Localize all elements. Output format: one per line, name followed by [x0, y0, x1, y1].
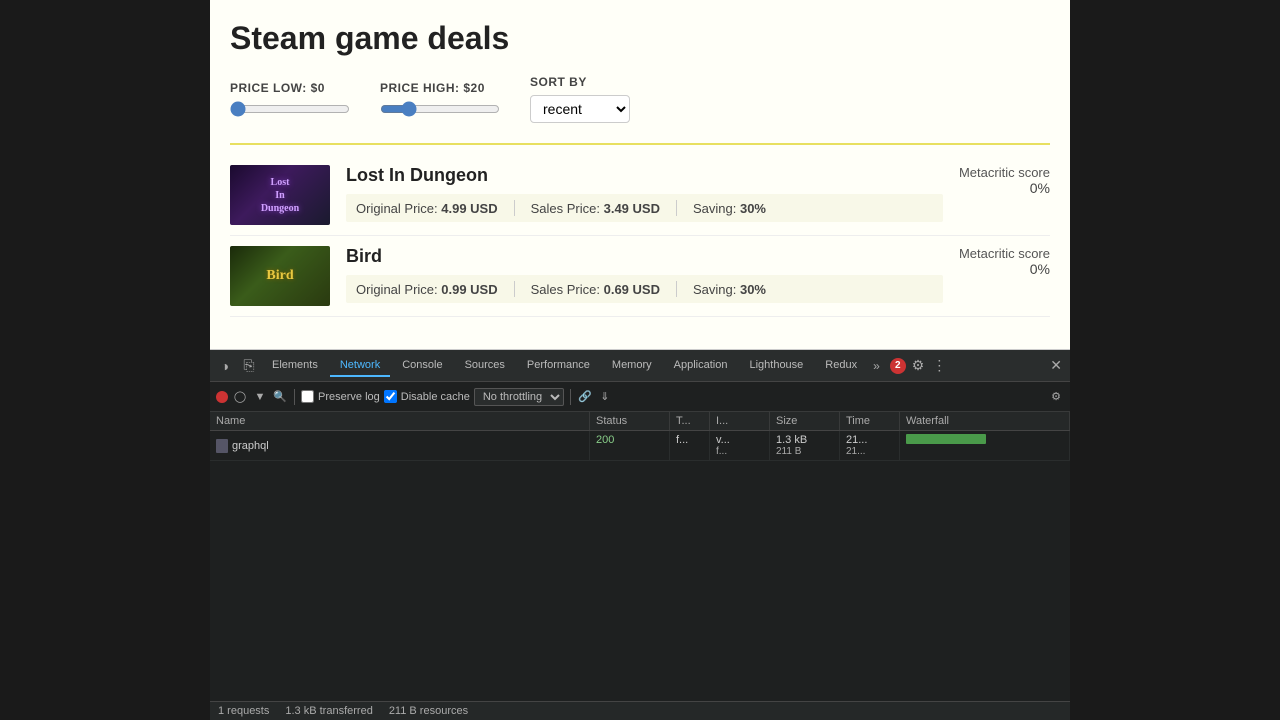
game-info-lost-in-dungeon: Lost In Dungeon Original Price: 4.99 USD… — [346, 165, 943, 222]
game-entry: Bird Bird Original Price: 0.99 USD Sales… — [230, 236, 1050, 317]
cell-size: 1.3 kB 211 B — [770, 431, 840, 460]
original-price-label: Original Price: 0.99 USD — [356, 282, 498, 297]
toolbar-right: ⚙ — [1048, 389, 1064, 405]
page-title: Steam game deals — [230, 20, 1050, 57]
price-low-label: PRICE LOW: $0 — [230, 81, 350, 95]
sort-label: SORT BY — [530, 75, 630, 89]
network-toolbar: ◯ ▼ 🔍 Preserve log Disable cache No thro… — [210, 382, 1070, 412]
metacritic-value: 0% — [959, 261, 1050, 277]
metacritic-label: Metacritic score — [959, 246, 1050, 261]
more-tabs-button[interactable]: » — [869, 359, 884, 373]
preserve-log-checkbox[interactable]: Preserve log — [301, 390, 380, 403]
network-status-bar: 1 requests 1.3 kB transferred 211 B reso… — [210, 701, 1070, 720]
tab-network[interactable]: Network — [330, 355, 390, 377]
transferred-size: 1.3 kB transferred — [285, 705, 372, 717]
sales-price-label: Sales Price: 3.49 USD — [531, 201, 660, 216]
tab-performance[interactable]: Performance — [517, 355, 600, 377]
tab-lighthouse[interactable]: Lighthouse — [739, 355, 813, 377]
cell-status: 200 — [590, 431, 670, 460]
tab-sources[interactable]: Sources — [455, 355, 515, 377]
devtools-inspect-icon[interactable]: ◑ — [214, 355, 236, 377]
search-icon[interactable]: 🔍 — [272, 389, 288, 405]
original-price-label: Original Price: 4.99 USD — [356, 201, 498, 216]
tab-elements[interactable]: Elements — [262, 355, 328, 377]
devtools-close-icon[interactable]: ✕ — [1046, 357, 1066, 374]
col-status: Status — [590, 412, 670, 430]
filters-bar: PRICE LOW: $0 PRICE HIGH: $20 SORT BY re… — [230, 75, 1050, 123]
metacritic-label: Metacritic score — [959, 165, 1050, 180]
price-high-label: PRICE HIGH: $20 — [380, 81, 500, 95]
toolbar-separator — [294, 389, 295, 405]
file-icon — [216, 439, 228, 453]
filter-icon[interactable]: ▼ — [252, 389, 268, 405]
price-divider-2 — [676, 200, 677, 216]
price-low-slider[interactable] — [230, 101, 350, 117]
clear-icon[interactable]: ◯ — [232, 389, 248, 405]
main-page: Steam game deals PRICE LOW: $0 PRICE HIG… — [210, 0, 1070, 350]
price-divider — [514, 281, 515, 297]
col-time: Time — [840, 412, 900, 430]
game-entry: LostInDungeon Lost In Dungeon Original P… — [230, 155, 1050, 236]
requests-count: 1 requests — [218, 705, 269, 717]
cell-time: 21... 21... — [840, 431, 900, 460]
price-info: Original Price: 4.99 USD Sales Price: 3.… — [346, 194, 943, 222]
sort-group: SORT BY recent savings price metacritic — [530, 75, 630, 123]
export-icon[interactable]: ⇓ — [597, 389, 613, 405]
import-icon[interactable]: 🔗 — [577, 389, 593, 405]
cell-waterfall — [900, 431, 1070, 460]
record-button[interactable] — [216, 391, 228, 403]
sales-price-label: Sales Price: 0.69 USD — [531, 282, 660, 297]
cell-initiator: v... f... — [710, 431, 770, 460]
price-info: Original Price: 0.99 USD Sales Price: 0.… — [346, 275, 943, 303]
sort-select[interactable]: recent savings price metacritic — [530, 95, 630, 123]
price-low-filter: PRICE LOW: $0 — [230, 81, 350, 117]
waterfall-bar — [906, 434, 986, 444]
tab-console[interactable]: Console — [392, 355, 452, 377]
throttle-select[interactable]: No throttling Fast 3G Slow 3G Offline — [474, 388, 564, 406]
col-waterfall: Waterfall — [900, 412, 1070, 430]
metacritic-value: 0% — [959, 180, 1050, 196]
game-info-bird: Bird Original Price: 0.99 USD Sales Pric… — [346, 246, 943, 303]
metacritic-score: Metacritic score 0% — [959, 246, 1050, 277]
disable-cache-input[interactable] — [384, 390, 397, 403]
error-badge: 2 — [890, 358, 906, 374]
game-name: Bird — [346, 246, 943, 267]
network-row[interactable]: graphql 200 f... v... f... 1.3 kB 211 B … — [210, 431, 1070, 461]
toolbar-separator-2 — [570, 389, 571, 405]
tab-redux[interactable]: Redux — [815, 355, 867, 377]
network-table-header: Name Status T... I... Size Time Waterfal… — [210, 412, 1070, 431]
devtools-tab-bar: ◑ ⎘ Elements Network Console Sources Per… — [210, 350, 1070, 382]
price-high-filter: PRICE HIGH: $20 — [380, 81, 500, 117]
price-divider-2 — [676, 281, 677, 297]
disable-cache-checkbox[interactable]: Disable cache — [384, 390, 470, 403]
network-settings-icon[interactable]: ⚙ — [1048, 389, 1064, 405]
devtools-settings-icon[interactable]: ⚙ — [908, 357, 929, 374]
preserve-log-input[interactable] — [301, 390, 314, 403]
col-type: T... — [670, 412, 710, 430]
game-name: Lost In Dungeon — [346, 165, 943, 186]
saving-label: Saving: 30% — [693, 282, 766, 297]
resources-size: 211 B resources — [389, 705, 468, 717]
tab-memory[interactable]: Memory — [602, 355, 662, 377]
section-divider — [230, 143, 1050, 145]
col-size: Size — [770, 412, 840, 430]
price-divider — [514, 200, 515, 216]
cell-type: f... — [670, 431, 710, 460]
game-thumbnail-lost-in-dungeon: LostInDungeon — [230, 165, 330, 225]
devtools-device-icon[interactable]: ⎘ — [238, 355, 260, 377]
col-initiator: I... — [710, 412, 770, 430]
game-thumbnail-bird: Bird — [230, 246, 330, 306]
devtools-panel: ◑ ⎘ Elements Network Console Sources Per… — [210, 350, 1070, 720]
network-table: Name Status T... I... Size Time Waterfal… — [210, 412, 1070, 701]
devtools-more-icon[interactable]: ⋮ — [930, 357, 948, 374]
price-high-slider[interactable] — [380, 101, 500, 117]
cell-name: graphql — [210, 431, 590, 460]
col-name: Name — [210, 412, 590, 430]
tab-application[interactable]: Application — [664, 355, 738, 377]
metacritic-score: Metacritic score 0% — [959, 165, 1050, 196]
saving-label: Saving: 30% — [693, 201, 766, 216]
